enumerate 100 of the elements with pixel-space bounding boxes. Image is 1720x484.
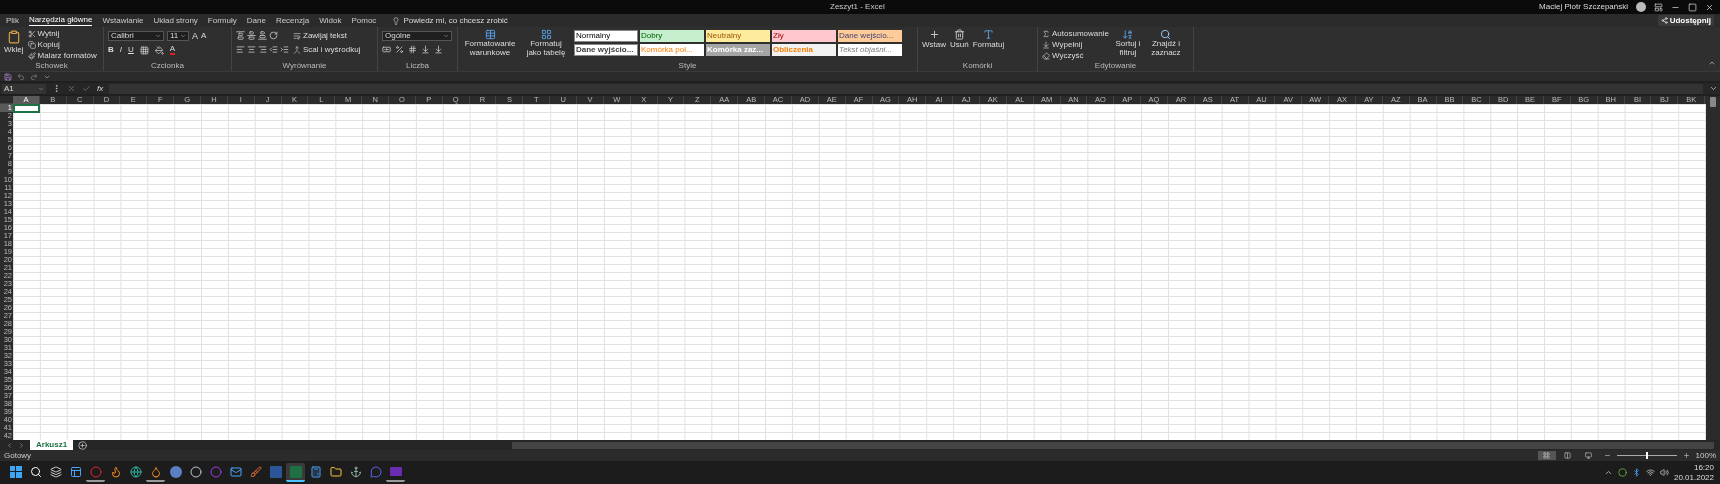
shrink-font-button[interactable]: A	[201, 32, 207, 40]
format-as-table-button[interactable]: Formatuj jako tabelę	[522, 40, 570, 58]
sheet-tab[interactable]: Arkusz1	[30, 440, 74, 450]
widgets-icon	[69, 465, 82, 478]
drop-icon	[149, 465, 162, 478]
cancel-icon[interactable]	[67, 84, 76, 93]
taskbar-button[interactable]	[86, 463, 105, 482]
next-sheet-icon[interactable]	[18, 441, 25, 449]
plus-icon[interactable]	[928, 29, 940, 40]
undo-icon[interactable]	[17, 72, 25, 81]
number-format-dropdown[interactable]: Ogólne	[382, 31, 452, 41]
fill-button[interactable]: Wypełnij	[1052, 41, 1083, 49]
cell-style-swatch[interactable]: Normalny	[574, 30, 638, 42]
italic-button[interactable]: I	[119, 46, 122, 54]
find-select-button[interactable]: Znajdź i zaznacz	[1146, 40, 1185, 58]
taskbar-button[interactable]	[286, 463, 305, 482]
wrap-text-button[interactable]: Zawijaj tekst	[303, 32, 347, 40]
zoom-level[interactable]: 100%	[1695, 451, 1716, 460]
clock-time: 16:20	[1693, 462, 1714, 473]
expand-icon[interactable]	[1709, 84, 1718, 93]
cell-style-swatch[interactable]: Dane wejścio...	[838, 30, 902, 42]
ribbon-tab[interactable]: Pomoc	[351, 15, 377, 26]
ribbon-tab[interactable]: Plik	[6, 15, 19, 26]
underline-button[interactable]: U	[128, 46, 134, 54]
grid-icon[interactable]	[540, 29, 552, 40]
grow-font-button[interactable]: A	[192, 31, 198, 41]
tray-app-icon[interactable]	[1617, 468, 1627, 477]
view-button[interactable]	[1537, 451, 1556, 460]
bluetooth-icon[interactable]	[1631, 468, 1641, 477]
redo-icon[interactable]	[30, 72, 38, 81]
volume-icon[interactable]	[1659, 468, 1669, 477]
cells-button[interactable]: Wstaw	[922, 41, 946, 49]
previous-sheet-icon[interactable]	[6, 441, 13, 449]
clipboard-button[interactable]: Malarz formatów	[37, 52, 97, 60]
merge-center-button[interactable]: Scal i wyśrodkuj	[303, 46, 361, 54]
clipboard-button[interactable]: Kopiuj	[37, 41, 60, 49]
clear-button[interactable]: Wyczyść	[1052, 52, 1084, 60]
zoom-slider[interactable]	[1616, 452, 1677, 459]
add-sheet-icon[interactable]	[78, 440, 88, 450]
font-name-dropdown[interactable]: Calibri	[108, 31, 164, 41]
name-box[interactable]: A1	[2, 83, 46, 94]
sort-icon[interactable]	[1122, 29, 1134, 40]
trash-icon[interactable]	[953, 29, 965, 40]
cell-style-swatch[interactable]: Zły	[772, 30, 836, 42]
bold-button[interactable]: B	[108, 46, 114, 54]
align-middle-icon[interactable]	[247, 31, 256, 40]
group-label: Style	[678, 62, 697, 70]
insert-function-button[interactable]: fx	[97, 84, 104, 93]
orientation-icon[interactable]	[269, 31, 278, 40]
ribbon-tab[interactable]: Układ strony	[153, 15, 198, 26]
ribbon-tab[interactable]: Widok	[319, 15, 342, 26]
cell-grid[interactable]	[13, 104, 1706, 440]
indent-decrease-icon[interactable]	[269, 45, 278, 54]
collapse-ribbon-icon[interactable]	[1708, 59, 1716, 67]
fill-color-icon[interactable]	[154, 45, 164, 55]
avatar[interactable]	[1636, 2, 1646, 12]
table-icon[interactable]	[484, 29, 496, 40]
save-icon[interactable]	[4, 72, 12, 81]
percent-icon[interactable]	[395, 45, 404, 54]
cells-button[interactable]: Usuń	[950, 41, 969, 49]
close-icon[interactable]	[1705, 2, 1714, 12]
paste-button[interactable]: Wklej	[4, 46, 24, 54]
font-color-button[interactable]: A	[169, 45, 176, 55]
ribbon-tab[interactable]: Wstawianie	[102, 15, 144, 26]
clipboard-button[interactable]: Wytnij	[37, 30, 60, 38]
align-center-icon[interactable]	[247, 45, 256, 54]
align-top-icon[interactable]	[236, 31, 245, 40]
indent-increase-icon[interactable]	[280, 45, 289, 54]
ribbon-tab[interactable]: Recenzja	[275, 15, 310, 26]
tell-me-field[interactable]: Powiedz mi, co chcesz zrobić	[403, 16, 508, 25]
ribbon-tab[interactable]: Formuły	[207, 15, 237, 26]
horizontal-scrollbar[interactable]	[512, 441, 1714, 449]
text-format-icon[interactable]	[982, 29, 994, 40]
more-icon[interactable]	[52, 84, 61, 93]
cells-button[interactable]: Formatuj	[972, 41, 1005, 49]
user-name: Maciej Piotr Szczepański	[1539, 3, 1628, 11]
cell-style-swatch[interactable]: Tekst objaśni...	[838, 44, 902, 56]
active-cell[interactable]	[13, 104, 40, 113]
search-icon[interactable]	[1160, 29, 1172, 40]
zoom-slider-thumb[interactable]	[1645, 452, 1648, 459]
tray-chevron-icon[interactable]	[1603, 468, 1613, 477]
zoom-out-icon[interactable]	[1603, 452, 1611, 459]
ribbon-tab[interactable]: Narzędzia główne	[28, 15, 93, 26]
sort-filter-button[interactable]: Sortuj i filtruj	[1112, 40, 1143, 58]
align-bottom-icon[interactable]	[258, 31, 267, 40]
currency-icon[interactable]	[382, 45, 391, 54]
conditional-formatting-button[interactable]: Formatowanie warunkowe	[462, 40, 518, 58]
zoom-in-icon[interactable]	[1682, 452, 1690, 459]
clipboard-icon[interactable]	[6, 29, 21, 45]
network-icon[interactable]	[1645, 468, 1655, 477]
align-right-icon[interactable]	[258, 45, 267, 54]
cell-style-swatch[interactable]: Dobry	[640, 30, 704, 42]
cell-style-swatch[interactable]: Dane wyjścio...	[574, 44, 638, 56]
restore-icon[interactable]	[1688, 2, 1697, 12]
borders-icon[interactable]	[139, 45, 149, 55]
autosum-button[interactable]: Autosumowanie	[1052, 30, 1109, 38]
ribbon-tab[interactable]: Dane	[246, 15, 266, 26]
align-left-icon[interactable]	[236, 45, 245, 54]
cell-style-swatch[interactable]: Neutralny	[706, 30, 770, 42]
font-size-dropdown[interactable]: 11	[167, 31, 189, 41]
